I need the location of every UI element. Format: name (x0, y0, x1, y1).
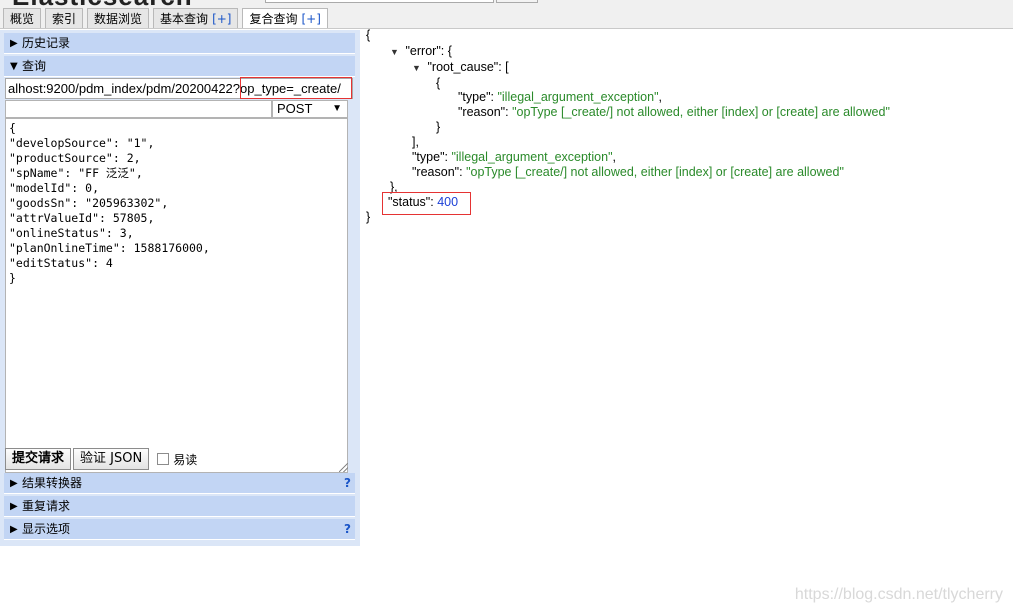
json-line-root-reason: "reason": "opType [_create/] not allowed… (458, 105, 890, 119)
status-highlight-box (382, 192, 471, 215)
json-line-root-type: "type": "illegal_argument_exception", (458, 90, 663, 104)
query-section-header[interactable]: ▼ 查询 (4, 56, 355, 77)
json-line-root-cause: ▼ "root_cause": [ (412, 60, 509, 76)
watermark: https://blog.csdn.net/tlycherry (794, 586, 1003, 603)
method-select[interactable]: POST ▼ (272, 100, 348, 118)
expand-triangle-icon: ▶ (10, 478, 18, 489)
add-basic-query-button[interactable]: [+] (212, 12, 231, 26)
json-line-error: ▼ "error": { (390, 44, 452, 60)
json-brace-close: } (366, 210, 371, 224)
top-header: Elasticsearch 概览 索引 数据浏览 基本查询[+] 复合查询[+] (0, 0, 1013, 29)
dropdown-arrow-icon: ▼ (332, 103, 342, 114)
json-brace-open: { (366, 28, 371, 42)
expand-triangle-icon: ▶ (10, 524, 18, 535)
validate-json-button[interactable]: 验证 JSON (73, 448, 150, 470)
collapse-triangle-icon: ▼ (10, 61, 18, 72)
tab-overview[interactable]: 概览 (3, 8, 42, 28)
display-options-section-header[interactable]: ▶ 显示选项 ? (4, 519, 355, 540)
help-icon[interactable]: ? (344, 519, 351, 540)
easy-read-checkbox[interactable] (157, 453, 170, 465)
tab-browser[interactable]: 数据浏览 (87, 8, 150, 28)
help-icon[interactable]: ? (344, 473, 351, 494)
connect-button[interactable] (496, 0, 538, 3)
json-line-reason: "reason": "opType [_create/] not allowed… (412, 165, 844, 179)
submit-request-button[interactable]: 提交请求 (5, 448, 72, 470)
result-transform-section-header[interactable]: ▶ 结果转换器 ? (4, 473, 355, 494)
request-path-input[interactable] (5, 100, 272, 118)
request-url-input[interactable]: alhost:9200/pdm_index/pdm/20200422?op_ty… (5, 78, 353, 99)
main-tabs: 概览 索引 数据浏览 基本查询 [+] 复合查询 [+] (3, 8, 332, 28)
query-panel: ▶ 历史记录 ▼ 查询 alhost:9200/pdm_index/pdm/20… (0, 30, 360, 546)
add-compound-query-button[interactable]: [+] (302, 12, 321, 26)
resize-handle-icon[interactable] (339, 463, 348, 472)
collapse-triangle-icon[interactable]: ▼ (412, 61, 424, 76)
history-section-header[interactable]: ▶ 历史记录 (4, 33, 355, 54)
json-line-type: "type": "illegal_argument_exception", (412, 150, 617, 164)
request-body-textarea[interactable]: { "developSource": "1", "productSource":… (5, 118, 348, 473)
tab-basic-query[interactable]: 基本查询 [+] (153, 8, 239, 28)
expand-triangle-icon: ▶ (10, 38, 18, 49)
cluster-url-input[interactable] (265, 0, 494, 3)
tab-compound-query[interactable]: 复合查询 [+] (242, 8, 328, 28)
request-actions: 提交请求 验证 JSON 易读 (5, 448, 197, 470)
tab-indices[interactable]: 索引 (45, 8, 84, 28)
expand-triangle-icon: ▶ (10, 501, 18, 512)
repeat-request-section-header[interactable]: ▶ 重复请求 (4, 496, 355, 517)
easy-read-label: 易读 (173, 452, 198, 467)
collapse-triangle-icon[interactable]: ▼ (390, 45, 402, 60)
